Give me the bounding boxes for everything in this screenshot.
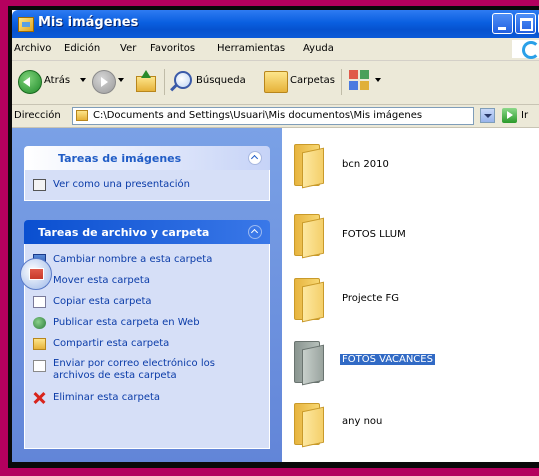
folder-icon[interactable] (294, 144, 324, 189)
folder-name[interactable]: FOTOS LLUM (342, 229, 406, 240)
search-icon[interactable] (174, 71, 192, 89)
toolbar-separator (341, 69, 342, 95)
window-title: Mis imágenes (38, 15, 139, 30)
forward-arrow-icon[interactable] (92, 70, 116, 94)
photo-frame: Mis imágenes Archivo Edición Ver Favorit… (8, 6, 539, 468)
file-tasks-panel: Cambiar nombre a esta carpeta Mover esta… (24, 244, 270, 449)
address-input[interactable]: C:\Documents and Settings\Usuari\Mis doc… (72, 107, 474, 125)
task-publish[interactable]: Publicar esta carpeta en Web (53, 317, 200, 328)
folder-icon[interactable] (294, 214, 324, 259)
folder-pictures-icon (18, 17, 34, 32)
share-folder-icon (33, 338, 46, 350)
slideshow-icon (33, 179, 46, 191)
folder-name[interactable]: bcn 2010 (342, 159, 389, 170)
explorer-window: Mis imágenes Archivo Edición Ver Favorit… (12, 10, 539, 462)
task-rename[interactable]: Cambiar nombre a esta carpeta (53, 254, 212, 265)
folder-icon[interactable] (294, 403, 324, 448)
menu-bar: Archivo Edición Ver Favoritos Herramient… (12, 38, 539, 61)
delete-x-icon (33, 392, 46, 404)
forward-dropdown-icon[interactable] (118, 78, 124, 82)
toolbar-separator (164, 69, 165, 95)
task-email[interactable]: Enviar por correo electrónico los (53, 358, 215, 369)
menu-herramientas[interactable]: Herramientas (217, 43, 285, 54)
file-tasks-title: Tareas de archivo y carpeta (38, 226, 210, 239)
folder-view: bcn 2010 FOTOS LLUM Projecte FG FOTOS VA… (282, 128, 539, 462)
collapse-chevron-icon[interactable] (248, 225, 262, 239)
folder-name[interactable]: any nou (342, 416, 382, 427)
address-path[interactable]: C:\Documents and Settings\Usuari\Mis doc… (93, 110, 422, 121)
folders-button-label[interactable]: Carpetas (290, 75, 335, 86)
folder-up-icon (136, 76, 156, 92)
back-arrow-icon[interactable] (18, 70, 42, 94)
search-button-label[interactable]: Búsqueda (196, 75, 246, 86)
views-icon[interactable] (349, 70, 371, 92)
task-email-line2[interactable]: archivos de esta carpeta (53, 370, 177, 381)
address-bar: Dirección C:\Documents and Settings\Usua… (12, 105, 539, 128)
folder-icon-selected[interactable] (294, 341, 324, 386)
menu-favoritos[interactable]: Favoritos (150, 43, 195, 54)
address-label: Dirección (14, 110, 61, 121)
views-dropdown-icon[interactable] (375, 78, 381, 82)
up-arrow-icon (141, 70, 151, 78)
title-bar[interactable]: Mis imágenes (12, 10, 539, 38)
file-tasks-header[interactable]: Tareas de archivo y carpeta (24, 220, 270, 244)
email-icon (33, 360, 46, 372)
task-slideshow[interactable]: Ver como una presentación (53, 179, 190, 190)
back-dropdown-icon[interactable] (80, 78, 86, 82)
menu-archivo[interactable]: Archivo (14, 43, 51, 54)
task-share[interactable]: Compartir esta carpeta (53, 338, 169, 349)
go-arrow-icon[interactable] (502, 108, 517, 123)
menu-ver[interactable]: Ver (120, 43, 136, 54)
copy-folder-icon (33, 296, 46, 308)
menu-edicion[interactable]: Edición (64, 43, 100, 54)
go-button-label[interactable]: Ir (521, 110, 528, 121)
image-tasks-panel: Ver como una presentación (24, 170, 270, 201)
image-tasks-header[interactable]: Tareas de imágenes (24, 146, 270, 170)
publish-web-icon (33, 317, 46, 329)
folder-icon (76, 110, 88, 121)
windows-logo-icon (512, 40, 539, 59)
back-button-label[interactable]: Atrás (44, 75, 70, 86)
pictures-badge-icon (20, 258, 52, 290)
folders-icon[interactable] (264, 71, 288, 93)
task-move[interactable]: Mover esta carpeta (53, 275, 150, 286)
address-dropdown-button[interactable] (480, 108, 495, 123)
minimize-button[interactable] (492, 13, 513, 34)
maximize-button[interactable] (515, 13, 536, 34)
image-tasks-title: Tareas de imágenes (58, 152, 182, 165)
menu-ayuda[interactable]: Ayuda (303, 43, 334, 54)
toolbar: Atrás Búsqueda Carpetas (12, 61, 539, 105)
task-pane: Tareas de imágenes Ver como una presenta… (12, 128, 282, 462)
folder-name-selected[interactable]: FOTOS VACANCES (340, 354, 435, 365)
folder-name[interactable]: Projecte FG (342, 293, 399, 304)
up-folder-button[interactable] (134, 70, 156, 92)
task-copy[interactable]: Copiar esta carpeta (53, 296, 152, 307)
task-delete[interactable]: Eliminar esta carpeta (53, 392, 160, 403)
folder-icon[interactable] (294, 278, 324, 323)
collapse-chevron-icon[interactable] (248, 151, 262, 165)
